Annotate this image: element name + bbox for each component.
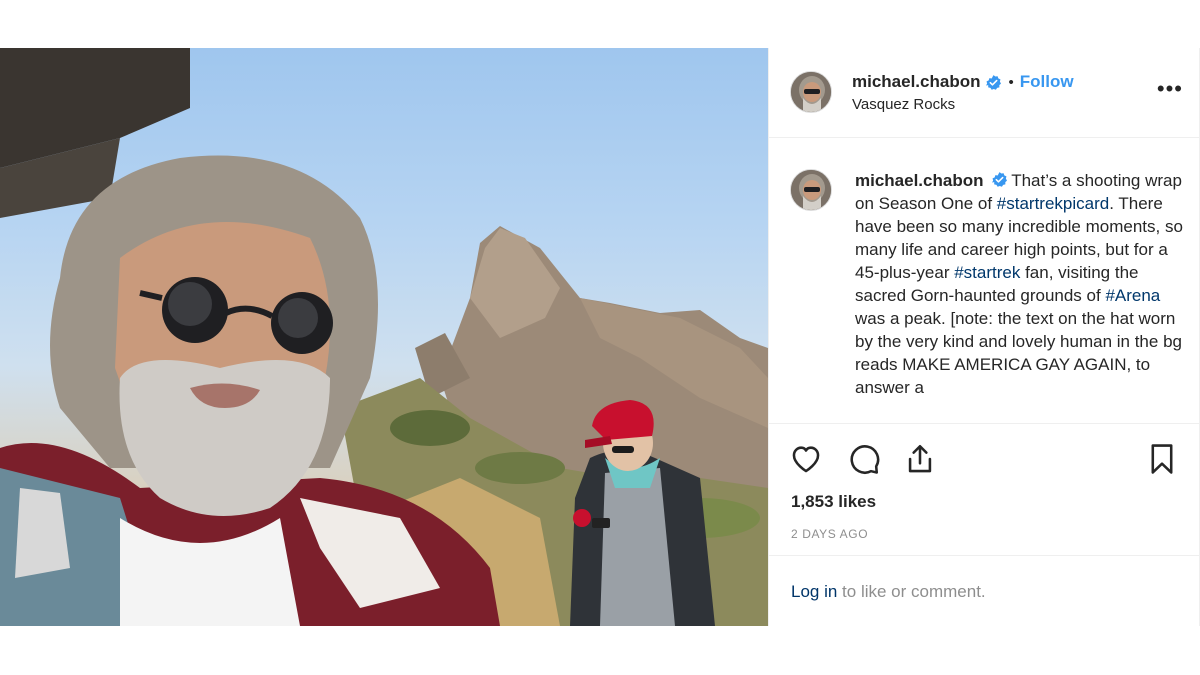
likes-count[interactable]: 1,853 likes bbox=[791, 492, 876, 512]
post-actions: 1,853 likes 2 DAYS AGO bbox=[769, 423, 1199, 555]
post-location[interactable]: Vasquez Rocks bbox=[852, 96, 955, 113]
bookmark-icon[interactable] bbox=[1145, 442, 1179, 476]
verified-badge-icon bbox=[986, 74, 1002, 90]
caption-body-4: was a peak. [note: the text on the hat w… bbox=[855, 309, 1182, 397]
post-header: michael.chabon • Follow Vasquez Rocks ••… bbox=[769, 48, 1199, 138]
more-options-icon[interactable]: ••• bbox=[1157, 78, 1183, 100]
caption-avatar-image bbox=[791, 170, 831, 210]
author-avatar[interactable] bbox=[790, 71, 832, 113]
hashtag-link-arena[interactable]: #Arena bbox=[1105, 286, 1160, 305]
post-side-panel: michael.chabon • Follow Vasquez Rocks ••… bbox=[768, 48, 1200, 626]
comment-bar: Log in to like or comment. bbox=[769, 555, 1199, 626]
caption-text: michael.chabon That’s a shooting wrap on… bbox=[855, 169, 1185, 399]
verified-badge-icon bbox=[992, 172, 1008, 187]
post-caption: michael.chabon That’s a shooting wrap on… bbox=[769, 139, 1199, 423]
author-avatar-image bbox=[791, 72, 831, 112]
caption-author-avatar[interactable] bbox=[790, 169, 832, 211]
login-prompt: Log in to like or comment. bbox=[791, 582, 986, 602]
post-timestamp[interactable]: 2 DAYS AGO bbox=[791, 527, 868, 541]
share-icon[interactable] bbox=[903, 442, 937, 476]
heart-icon[interactable] bbox=[789, 442, 823, 476]
header-separator: • bbox=[1008, 73, 1014, 91]
header-user-line: michael.chabon • Follow bbox=[852, 71, 1074, 93]
post-photo-illustration bbox=[0, 48, 768, 626]
comment-icon[interactable] bbox=[847, 442, 881, 476]
login-prompt-text: to like or comment. bbox=[837, 582, 986, 601]
post-photo[interactable] bbox=[0, 48, 768, 626]
caption-username[interactable]: michael.chabon bbox=[855, 171, 983, 190]
author-username[interactable]: michael.chabon bbox=[852, 72, 980, 92]
instagram-post: michael.chabon • Follow Vasquez Rocks ••… bbox=[0, 48, 1200, 626]
follow-button[interactable]: Follow bbox=[1020, 72, 1074, 92]
hashtag-link-startrek[interactable]: #startrek bbox=[954, 263, 1020, 282]
hashtag-link-startrekpicard[interactable]: #startrekpicard bbox=[997, 194, 1109, 213]
login-link[interactable]: Log in bbox=[791, 582, 837, 601]
